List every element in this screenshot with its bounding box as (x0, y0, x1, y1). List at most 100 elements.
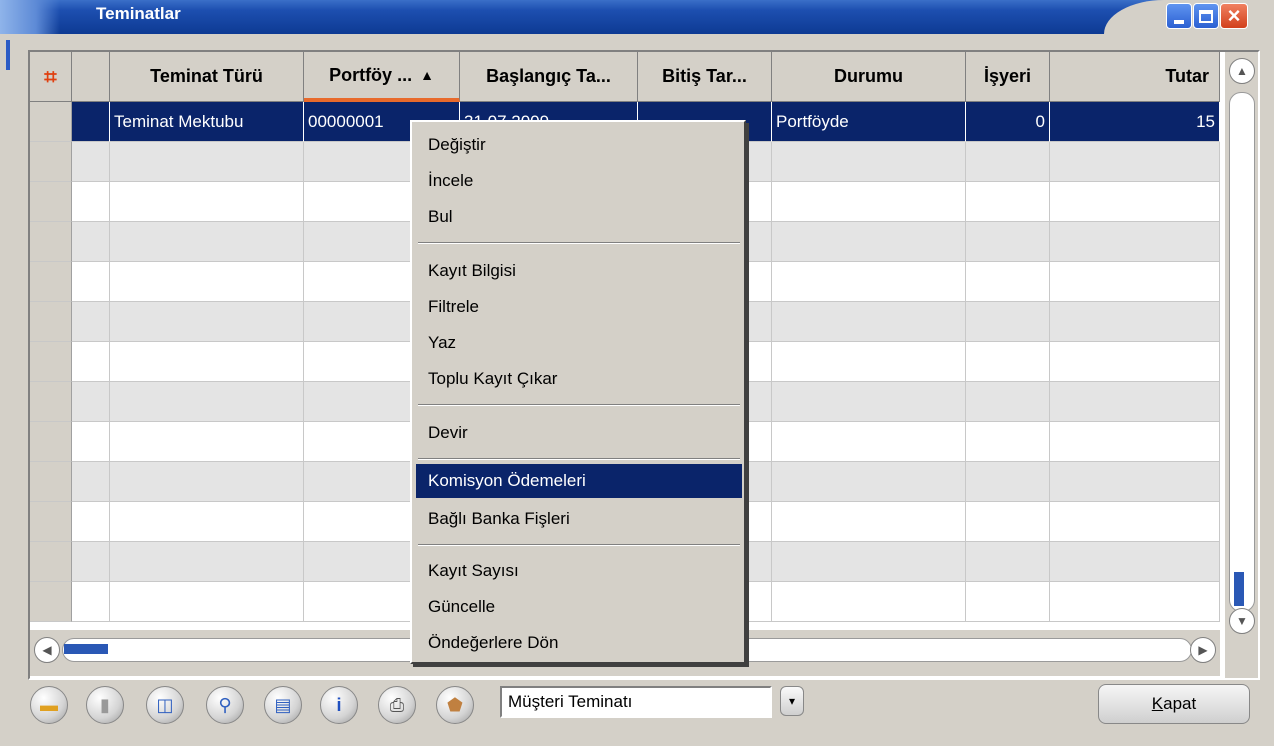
table-cell[interactable] (72, 142, 110, 182)
table-cell[interactable] (110, 342, 304, 382)
table-cell[interactable] (772, 302, 966, 342)
scroll-right-button[interactable]: ▶ (1190, 637, 1216, 663)
table-cell[interactable] (72, 502, 110, 542)
table-cell[interactable] (1050, 142, 1220, 182)
grid-corner[interactable]: ⌗ (30, 52, 72, 102)
row-indicator[interactable] (30, 262, 72, 302)
table-cell[interactable] (772, 182, 966, 222)
vertical-scroll-track[interactable] (1229, 92, 1255, 612)
row-indicator[interactable] (30, 502, 72, 542)
cell-tutar[interactable]: 15 (1050, 102, 1220, 142)
report-button[interactable]: ▤ (264, 686, 302, 724)
menu-item-filtrele[interactable]: Filtrele (416, 290, 742, 324)
row-indicator[interactable] (30, 422, 72, 462)
table-cell[interactable] (966, 142, 1050, 182)
close-button[interactable]: Kapat (1098, 684, 1250, 724)
menu-item-toplu-kayit-cikar[interactable]: Toplu Kayıt Çıkar (416, 362, 742, 396)
type-select-dropdown-button[interactable]: ▾ (780, 686, 804, 716)
table-cell[interactable] (1050, 382, 1220, 422)
cell-teminat-turu[interactable]: Teminat Mektubu (110, 102, 304, 142)
menu-item-kayit-sayisi[interactable]: Kayıt Sayısı (416, 554, 742, 588)
title-bar[interactable]: Teminatlar (0, 0, 1274, 34)
table-cell[interactable] (966, 342, 1050, 382)
vertical-scroll-thumb[interactable] (1234, 572, 1244, 606)
column-header-durumu[interactable]: Durumu (772, 52, 966, 102)
print-button[interactable]: ⎙ (378, 686, 416, 724)
table-cell[interactable] (72, 342, 110, 382)
column-header-bitis[interactable]: Bitiş Tar... (638, 52, 772, 102)
close-window-button[interactable]: × (1220, 3, 1248, 29)
menu-item-bagli-banka-fisleri[interactable]: Bağlı Banka Fişleri (416, 502, 742, 536)
table-cell[interactable] (966, 462, 1050, 502)
cell-durumu[interactable]: Portföyde (772, 102, 966, 142)
column-header-isyeri[interactable]: İşyeri (966, 52, 1050, 102)
row-indicator[interactable] (30, 182, 72, 222)
table-cell[interactable] (772, 142, 966, 182)
maximize-button[interactable] (1193, 3, 1219, 29)
column-header-teminat-turu[interactable]: Teminat Türü (110, 52, 304, 102)
table-cell[interactable] (72, 422, 110, 462)
table-cell[interactable] (110, 222, 304, 262)
row-indicator[interactable] (30, 582, 72, 622)
row-indicator[interactable] (30, 102, 72, 142)
table-cell[interactable] (72, 222, 110, 262)
table-cell[interactable] (110, 262, 304, 302)
table-cell[interactable] (772, 382, 966, 422)
horizontal-scroll-thumb[interactable] (64, 644, 108, 654)
row-indicator[interactable] (30, 542, 72, 582)
table-cell[interactable] (110, 182, 304, 222)
table-cell[interactable] (110, 422, 304, 462)
table-cell[interactable] (966, 542, 1050, 582)
row-indicator[interactable] (30, 342, 72, 382)
table-cell[interactable] (1050, 542, 1220, 582)
table-cell[interactable] (72, 542, 110, 582)
menu-item-bul[interactable]: Bul (416, 200, 742, 234)
delete-button[interactable]: ▮ (86, 686, 124, 724)
menu-item-incele[interactable]: İncele (416, 164, 742, 198)
filter-button[interactable]: ⬟ (436, 686, 474, 724)
table-cell[interactable] (1050, 262, 1220, 302)
table-cell[interactable] (772, 342, 966, 382)
open-button[interactable]: ▬ (30, 686, 68, 724)
scroll-left-button[interactable]: ◀ (34, 637, 60, 663)
table-cell[interactable] (110, 502, 304, 542)
table-cell[interactable] (772, 462, 966, 502)
info-button[interactable]: i (320, 686, 358, 724)
table-cell[interactable] (1050, 182, 1220, 222)
minimize-button[interactable] (1166, 3, 1192, 29)
table-cell[interactable] (72, 182, 110, 222)
menu-item-yaz[interactable]: Yaz (416, 326, 742, 360)
menu-item-degistir[interactable]: Değiştir (416, 128, 742, 162)
table-cell[interactable] (110, 142, 304, 182)
table-cell[interactable] (1050, 342, 1220, 382)
menu-item-komisyon-odemeleri[interactable]: Komisyon Ödemeleri (416, 464, 742, 498)
search-button[interactable]: ⚲ (206, 686, 244, 724)
table-cell[interactable] (110, 302, 304, 342)
table-cell[interactable] (966, 502, 1050, 542)
scroll-down-button[interactable]: ▼ (1229, 608, 1255, 634)
table-cell[interactable] (966, 382, 1050, 422)
menu-item-kayit-bilgisi[interactable]: Kayıt Bilgisi (416, 254, 742, 288)
table-cell[interactable] (72, 302, 110, 342)
table-cell[interactable] (772, 582, 966, 622)
row-indicator[interactable] (30, 142, 72, 182)
table-cell[interactable] (966, 582, 1050, 622)
column-header-baslangic[interactable]: Başlangıç Ta... (460, 52, 638, 102)
context-menu[interactable]: Değiştir İncele Bul Kayıt Bilgisi Filtre… (410, 120, 746, 664)
table-cell[interactable] (110, 542, 304, 582)
row-indicator[interactable] (30, 382, 72, 422)
table-cell[interactable] (1050, 222, 1220, 262)
table-cell[interactable] (1050, 502, 1220, 542)
menu-item-guncelle[interactable]: Güncelle (416, 590, 742, 624)
table-cell[interactable] (966, 422, 1050, 462)
menu-item-ondegerlere-don[interactable]: Öndeğerlere Dön (416, 626, 742, 660)
table-cell[interactable] (72, 582, 110, 622)
table-cell[interactable] (110, 462, 304, 502)
column-header-portfoy[interactable]: Portföy ... ▲ (304, 52, 460, 102)
table-cell[interactable] (1050, 302, 1220, 342)
table-cell[interactable] (772, 422, 966, 462)
table-cell[interactable] (110, 382, 304, 422)
table-cell[interactable] (110, 582, 304, 622)
column-header-tutar[interactable]: Tutar (1050, 52, 1220, 102)
row-indicator[interactable] (30, 302, 72, 342)
